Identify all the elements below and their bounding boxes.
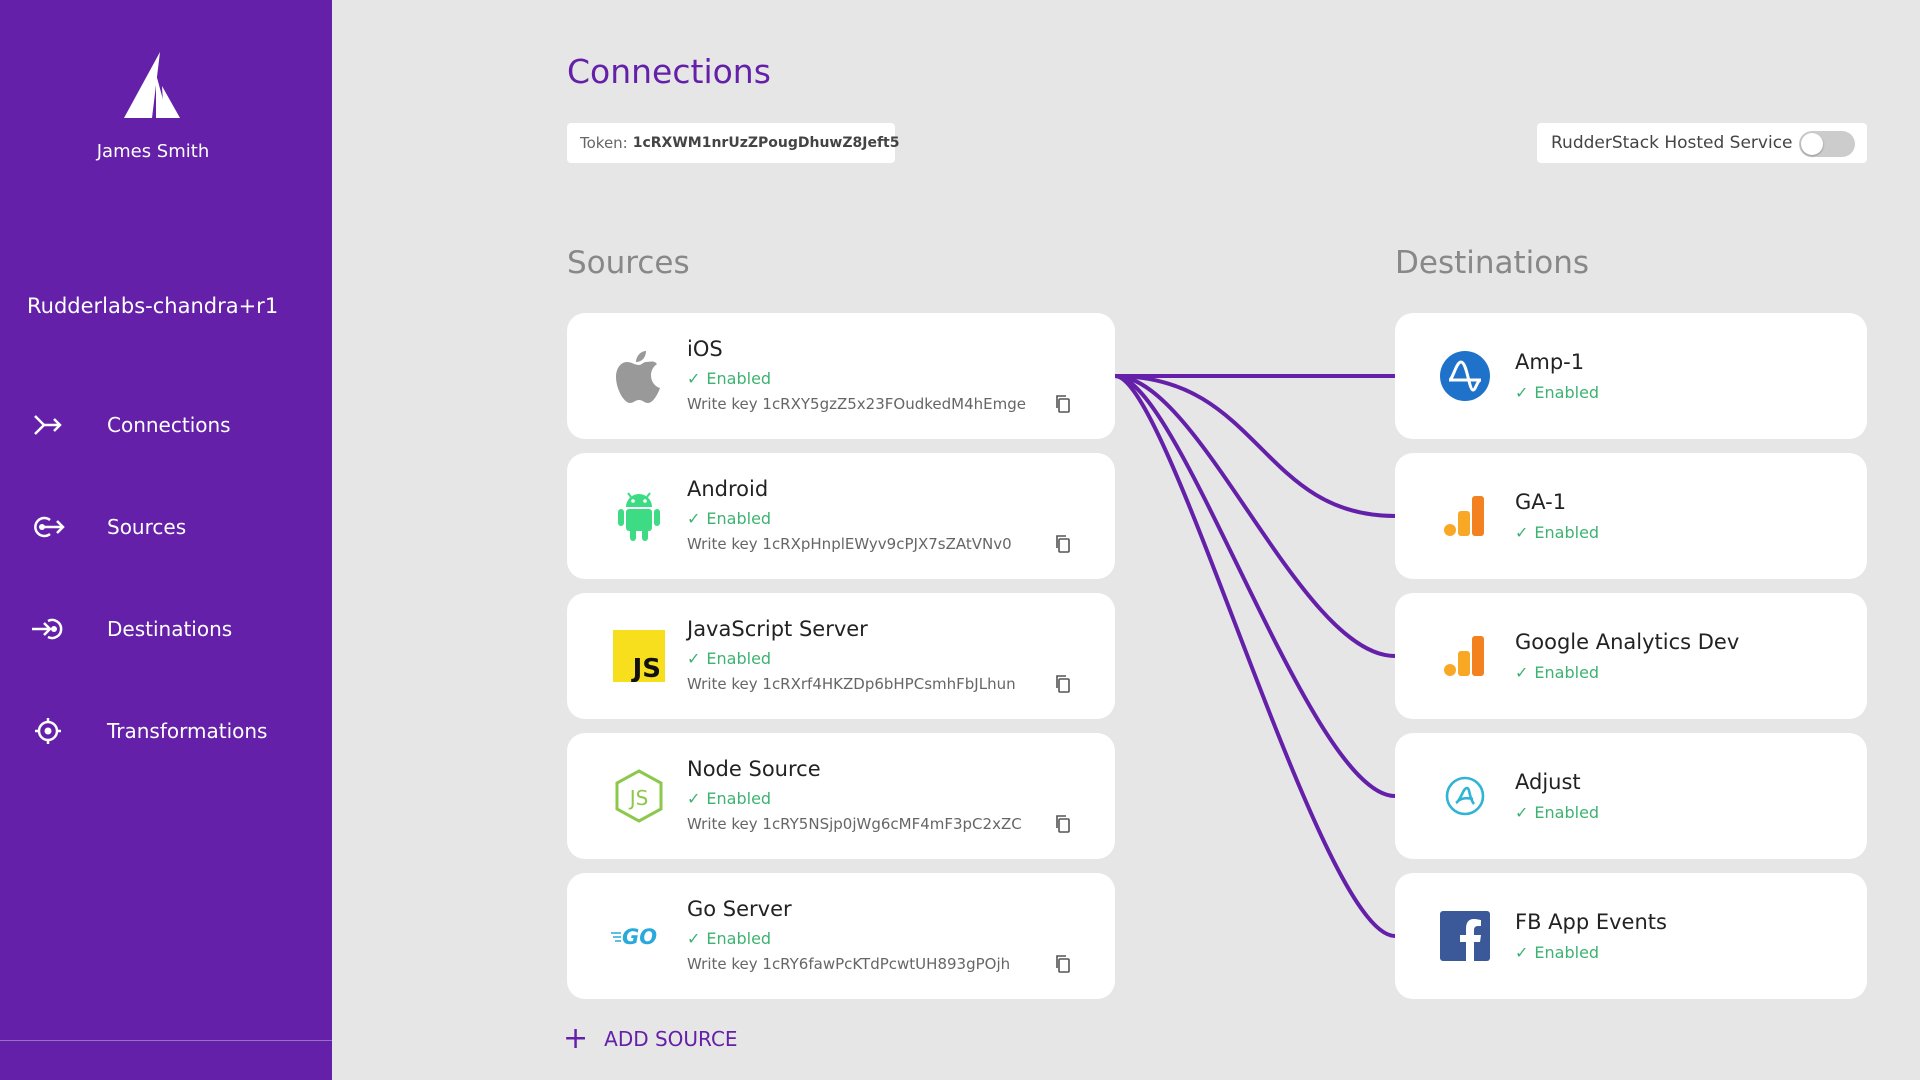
- connection-line: [1114, 374, 1396, 938]
- status-badge: ✓ Enabled: [687, 369, 772, 388]
- status-badge: ✓ Enabled: [1515, 383, 1600, 402]
- token-label: Token:: [580, 134, 628, 152]
- hosted-service-label: RudderStack Hosted Service: [1551, 133, 1793, 153]
- add-source-button[interactable]: + ADD SOURCE: [563, 1024, 738, 1054]
- source-name: Go Server: [687, 897, 792, 921]
- status-badge: ✓ Enabled: [1515, 523, 1600, 542]
- hosted-service-toggle[interactable]: [1799, 131, 1855, 157]
- google-analytics-icon: [1435, 626, 1495, 686]
- nodejs-icon: JS: [609, 766, 669, 826]
- write-key: Write key 1cRXpHnplEWyv9cPJX7sZAtVNv0: [687, 535, 1012, 553]
- token-value: 1cRXWM1nrUzZPougDhuwZ8Jeft5: [632, 135, 900, 151]
- check-icon: ✓: [1515, 383, 1529, 402]
- source-card-android[interactable]: Android ✓ Enabled Write key 1cRXpHnplEWyv…: [567, 453, 1115, 579]
- add-source-label: ADD SOURCE: [604, 1027, 738, 1051]
- source-name: Node Source: [687, 757, 821, 781]
- destination-card-adjust[interactable]: Adjust ✓ Enabled: [1395, 733, 1867, 859]
- source-name: iOS: [687, 337, 723, 361]
- destination-name: Adjust: [1515, 770, 1581, 794]
- connection-line: [1114, 374, 1396, 658]
- copy-icon[interactable]: [1053, 674, 1073, 694]
- connection-line: [1114, 374, 1396, 798]
- copy-icon[interactable]: [1053, 394, 1073, 414]
- check-icon: ✓: [1515, 803, 1529, 822]
- go-icon: GO: [609, 906, 669, 966]
- write-key: Write key 1cRXrf4HKZDp6bHPCsmhFbJLhun: [687, 675, 1016, 693]
- write-key: Write key 1cRY6fawPcKTdPcwtUH893gPOjh: [687, 955, 1011, 973]
- destinations-title: Destinations: [1395, 245, 1590, 281]
- source-name: Android: [687, 477, 769, 501]
- status-badge: ✓ Enabled: [687, 789, 772, 808]
- check-icon: ✓: [1515, 663, 1529, 682]
- status-badge: ✓ Enabled: [687, 649, 772, 668]
- svg-text:GO: GO: [622, 925, 657, 949]
- destination-name: FB App Events: [1515, 910, 1667, 934]
- destination-name: GA-1: [1515, 490, 1567, 514]
- source-card-node-source[interactable]: JS Node Source ✓ Enabled Write key 1cRY5N…: [567, 733, 1115, 859]
- status-badge: ✓ Enabled: [687, 929, 772, 948]
- source-card-javascript-server[interactable]: JS JavaScript Server ✓ Enabled Write key …: [567, 593, 1115, 719]
- page-title: Connections: [567, 52, 771, 91]
- status-badge: ✓ Enabled: [1515, 803, 1600, 822]
- write-key: Write key 1cRXY5gzZ5x23FOudkedM4hEmge: [687, 395, 1026, 413]
- destination-name: Amp-1: [1515, 350, 1585, 374]
- facebook-icon: [1435, 906, 1495, 966]
- check-icon: ✓: [687, 789, 701, 808]
- source-card-ios[interactable]: iOS ✓ Enabled Write key 1cRXY5gzZ5x23FOud…: [567, 313, 1115, 439]
- source-name: JavaScript Server: [687, 617, 868, 641]
- check-icon: ✓: [1515, 523, 1529, 542]
- copy-icon[interactable]: [1053, 814, 1073, 834]
- adjust-icon: [1435, 766, 1495, 826]
- javascript-icon: JS: [609, 626, 669, 686]
- svg-text:JS: JS: [631, 654, 661, 682]
- destination-name: Google Analytics Dev: [1515, 630, 1740, 654]
- destination-card-fb-app-events[interactable]: FB App Events ✓ Enabled: [1395, 873, 1867, 999]
- plus-icon: +: [563, 1021, 589, 1056]
- check-icon: ✓: [687, 649, 701, 668]
- sources-title: Sources: [567, 245, 690, 281]
- check-icon: ✓: [687, 509, 701, 528]
- check-icon: ✓: [687, 929, 701, 948]
- google-analytics-icon: [1435, 486, 1495, 546]
- toggle-knob: [1801, 133, 1823, 155]
- copy-icon[interactable]: [1053, 954, 1073, 974]
- status-badge: ✓ Enabled: [1515, 943, 1600, 962]
- destination-card-ga-1[interactable]: GA-1 ✓ Enabled: [1395, 453, 1867, 579]
- amplitude-icon: [1435, 346, 1495, 406]
- check-icon: ✓: [687, 369, 701, 388]
- svg-text:JS: JS: [628, 786, 649, 810]
- status-badge: ✓ Enabled: [687, 509, 772, 528]
- hosted-service-box: RudderStack Hosted Service: [1537, 123, 1867, 163]
- token-box: Token: 1cRXWM1nrUzZPougDhuwZ8Jeft5: [567, 123, 899, 163]
- status-badge: ✓ Enabled: [1515, 663, 1600, 682]
- apple-icon: [609, 346, 669, 406]
- write-key: Write key 1cRY5NSjp0jWg6cMF4mF3pC2xZC: [687, 815, 1022, 833]
- check-icon: ✓: [1515, 943, 1529, 962]
- source-card-go-server[interactable]: GO Go Server ✓ Enabled Write key 1cRY6faw…: [567, 873, 1115, 999]
- android-icon: [609, 486, 669, 546]
- destination-card-google-analytics-dev[interactable]: Google Analytics Dev ✓ Enabled: [1395, 593, 1867, 719]
- copy-icon[interactable]: [1053, 534, 1073, 554]
- destination-card-amp-1[interactable]: Amp-1 ✓ Enabled: [1395, 313, 1867, 439]
